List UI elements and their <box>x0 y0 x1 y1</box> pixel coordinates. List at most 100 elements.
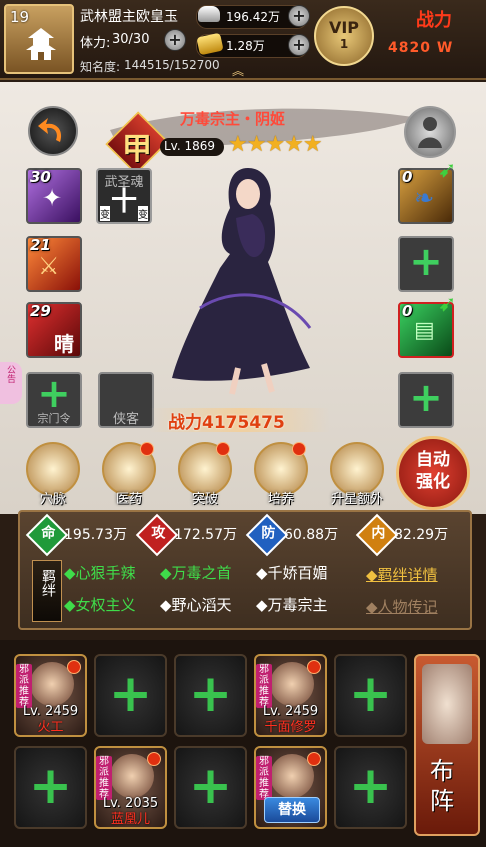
auto-enhance-line1: 自动 <box>416 450 450 470</box>
add-cross-icon: + <box>409 375 443 421</box>
hero-level: Lv. 1869 <box>164 139 216 153</box>
add-silver-button[interactable]: + <box>288 5 310 27</box>
add-hero-icon: + <box>188 756 233 816</box>
skill-char: 晴 <box>54 332 74 356</box>
change-tag-right: 变 <box>138 206 148 221</box>
add-hero-icon: + <box>348 756 393 816</box>
hero-name: 蓝凰儿 <box>110 812 150 827</box>
add-gold-button[interactable]: + <box>288 34 310 56</box>
equipment-slot-left-1[interactable]: 30 ✦ <box>26 168 82 224</box>
player-name: 武林盟主欧皇玉 <box>80 9 178 25</box>
auto-enhance-button[interactable]: 自动 强化 <box>396 436 470 510</box>
stat-badge-label: 内 <box>371 525 386 542</box>
swap-button[interactable]: 替换 <box>264 797 320 823</box>
add-hero-icon: + <box>28 756 73 816</box>
equipment-slot-left-2[interactable]: 21 ⚔ <box>26 236 82 292</box>
biography-link[interactable]: ◆人物传记 <box>366 596 438 617</box>
menu-item[interactable]: 升星额外 <box>328 442 386 507</box>
hero-stars: ★★★★★ <box>228 132 323 157</box>
menu-item[interactable]: 突破 <box>176 442 234 507</box>
equipment-slot-right-4[interactable]: + <box>398 372 454 428</box>
player-avatar[interactable]: 19 <box>4 4 74 74</box>
martial-soul-slot[interactable]: 武圣魂 十 变 变 <box>96 168 152 224</box>
menu-label: 穴脉 <box>39 492 66 507</box>
add-hero-icon: + <box>188 664 233 724</box>
hero-slot[interactable]: 邪派推荐 Lv. 2035 蓝凰儿 <box>94 746 167 829</box>
vip-label: VIP <box>328 18 360 37</box>
notification-dot <box>140 442 154 456</box>
sect-tag: 邪派推荐 <box>16 664 32 708</box>
manual-book-icon: ▤ <box>414 318 435 343</box>
equip-count: 0 <box>402 302 413 320</box>
sect-tag: 邪派推荐 <box>256 664 272 708</box>
hero-combat-power: 战力4175475 <box>168 413 285 433</box>
hero-name: 万毒宗主・阴姬 <box>180 110 286 128</box>
equipment-slot-right-2[interactable]: + <box>398 236 454 292</box>
hero-grade: 甲 <box>122 132 152 167</box>
companion-slot[interactable]: 侠客 <box>98 372 154 428</box>
empty-hero-slot[interactable]: + <box>14 746 87 829</box>
deploy-button[interactable]: 布阵 <box>414 654 480 836</box>
pagoda-icon <box>26 28 56 60</box>
silver-amount: 196.42万 <box>226 10 280 24</box>
deploy-label: 布阵 <box>430 757 454 815</box>
back-arrow-icon <box>38 118 62 142</box>
notice-label: 公告 <box>5 365 15 383</box>
sect-tag: 邪派推荐 <box>96 756 112 800</box>
hero-slot[interactable]: 邪派推荐 Lv. 2459 火工 <box>14 654 87 737</box>
menu-label: 升星额外 <box>330 492 383 507</box>
player-level: 19 <box>10 8 30 26</box>
hero-portrait-button[interactable] <box>404 106 456 158</box>
notification-dot <box>307 752 321 766</box>
sect-token-slot[interactable]: + 宗门令 <box>26 372 82 428</box>
hero-name: 千面修罗 <box>264 720 317 735</box>
stat-badge-label: 攻 <box>151 525 166 542</box>
stat-badge-label: 防 <box>261 525 276 542</box>
hero-slot[interactable]: 邪派推荐 Lv. 2459 千面修罗 <box>254 654 327 737</box>
companion-label: 侠客 <box>112 412 139 427</box>
menu-item[interactable]: 培养 <box>252 442 310 507</box>
hero-menu-row: 穴脉 医药 突破 培养 升星额外 <box>24 442 404 507</box>
add-stamina-button[interactable]: + <box>164 29 186 51</box>
gold-amount: 1.28万 <box>226 39 265 53</box>
hero-slot[interactable]: 邪派推荐 替换 <box>254 746 327 829</box>
empty-hero-slot[interactable]: + <box>334 746 407 829</box>
expand-chevron-icon[interactable]: ︽ <box>232 62 244 79</box>
fetter-item: ◆万毒之首 <box>160 564 232 582</box>
total-power-label: 战力 <box>416 10 452 31</box>
fetter-item: ◆万毒宗主 <box>256 596 328 614</box>
top-status-bar: 19 武林盟主欧皇玉 体力: 30/30 + 知名度: 144515/15270… <box>0 0 486 80</box>
fetter-detail-link[interactable]: ◆羁绊详情 <box>366 564 438 585</box>
notification-dot <box>292 442 306 456</box>
fetter-item: ◆千娇百媚 <box>256 564 328 582</box>
empty-hero-slot[interactable]: + <box>174 654 247 737</box>
add-hero-icon: + <box>348 664 393 724</box>
hero-name: 火工 <box>37 720 64 735</box>
vip-badge[interactable]: VIP 1 <box>314 6 374 66</box>
upgrade-arrow-icon: ➹ <box>438 158 457 183</box>
fetter-item: ◆女权主义 <box>64 596 136 614</box>
notice-side-tab[interactable]: 公告 <box>0 362 22 404</box>
stamina-label: 体力: <box>80 36 111 51</box>
fame-label: 知名度: <box>80 60 121 74</box>
silver-ingot-icon <box>198 6 220 22</box>
auto-enhance-line2: 强化 <box>416 472 450 492</box>
add-cross-icon: + <box>37 371 71 417</box>
stat-badge-label: 命 <box>41 525 56 542</box>
weapon-star-icon: ✦ <box>42 184 63 212</box>
notification-dot <box>147 752 161 766</box>
blade-icon: ⚔ <box>38 252 60 280</box>
change-tag-left: 变 <box>100 206 110 221</box>
vip-level: 1 <box>339 37 349 51</box>
menu-item[interactable]: 穴脉 <box>24 442 82 507</box>
add-hero-icon: + <box>108 664 153 724</box>
back-button[interactable] <box>28 106 78 156</box>
menu-item[interactable]: 医药 <box>100 442 158 507</box>
equip-count: 0 <box>402 168 413 186</box>
sect-tag: 邪派推荐 <box>256 756 272 800</box>
menu-label: 突破 <box>191 492 218 507</box>
empty-hero-slot[interactable]: + <box>334 654 407 737</box>
empty-hero-slot[interactable]: + <box>174 746 247 829</box>
empty-hero-slot[interactable]: + <box>94 654 167 737</box>
equipment-slot-left-3[interactable]: 29 晴 <box>26 302 82 358</box>
